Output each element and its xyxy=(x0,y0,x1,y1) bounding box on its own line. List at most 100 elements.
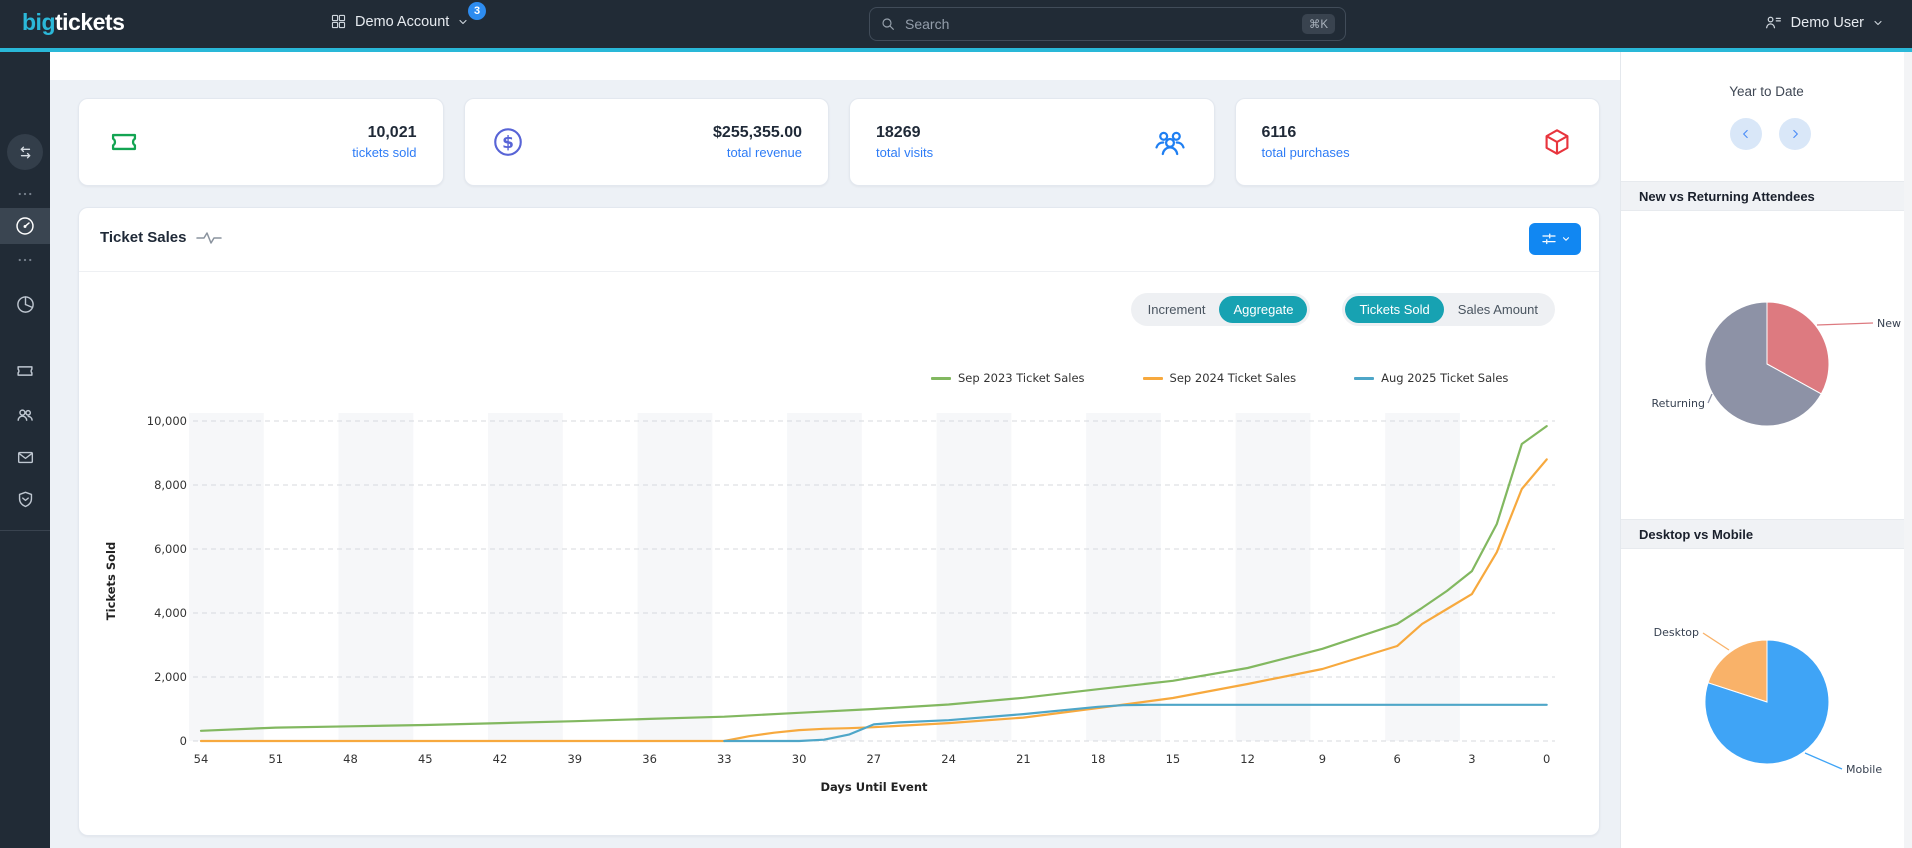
sidebar-divider xyxy=(0,530,50,531)
legend-swatch xyxy=(1142,376,1163,380)
pie-label-desktop: Desktop xyxy=(1654,626,1699,639)
section-header-attendees: New vs Returning Attendees xyxy=(1621,181,1912,211)
account-switcher[interactable]: Demo Account xyxy=(330,13,469,30)
desktop-vs-mobile-pie-chart[interactable]: Desktop Mobile xyxy=(1621,595,1912,810)
pie-label-returning: Returning xyxy=(1651,397,1705,410)
chevron-left-icon xyxy=(1743,129,1748,139)
svg-text:45: 45 xyxy=(418,752,433,766)
stat-label-link[interactable]: total revenue xyxy=(713,145,802,160)
activity-pulse-icon xyxy=(196,231,223,244)
section-header-devices: Desktop vs Mobile xyxy=(1621,519,1912,549)
accent-divider xyxy=(0,48,1912,52)
svg-text:54: 54 xyxy=(194,752,209,766)
sidebar-item-messages[interactable] xyxy=(0,447,50,468)
scrollbar-track[interactable] xyxy=(1904,52,1912,848)
panel-title-row: Ticket Sales xyxy=(100,229,223,246)
chevron-down-icon xyxy=(459,19,467,24)
svg-text:Tickets Sold: Tickets Sold xyxy=(104,542,118,620)
account-label: Demo Account xyxy=(355,13,450,30)
chart-settings-button[interactable] xyxy=(1529,223,1581,255)
dashboard-gauge-icon xyxy=(16,217,34,235)
logo-part-tickets: tickets xyxy=(55,9,125,35)
next-period-button[interactable] xyxy=(1779,118,1811,150)
panel-title: Ticket Sales xyxy=(100,229,187,246)
svg-text:0: 0 xyxy=(1543,752,1550,766)
svg-text:33: 33 xyxy=(717,752,732,766)
app-logo[interactable]: bigtickets xyxy=(22,9,125,36)
user-menu[interactable]: Demo User xyxy=(1764,13,1884,32)
legend-item[interactable]: Aug 2025 Ticket Sales xyxy=(1354,371,1508,385)
chart-legend: Sep 2023 Ticket Sales Sep 2024 Ticket Sal… xyxy=(931,371,1508,385)
attendees-icon xyxy=(1154,131,1185,156)
stat-label-link[interactable]: total visits xyxy=(876,145,933,160)
stat-card-total-visits: 18269 total visits xyxy=(849,98,1215,186)
stat-card-total-purchases: 6116 total purchases xyxy=(1234,98,1600,186)
sidebar-item-reports[interactable] xyxy=(0,294,50,315)
dollar-circle-icon: $ xyxy=(493,128,522,156)
mail-icon xyxy=(17,451,33,464)
user-icon xyxy=(1765,16,1781,29)
sidebar-item-dashboard[interactable] xyxy=(0,215,50,237)
ticket-icon xyxy=(17,366,33,376)
search-icon xyxy=(882,18,894,30)
sidebar-section-ellipsis xyxy=(0,254,50,266)
legend-label: Sep 2023 Ticket Sales xyxy=(958,371,1085,385)
pie-chart-icon xyxy=(16,296,34,313)
section-title: New vs Returning Attendees xyxy=(1639,188,1815,204)
stat-value: 10,021 xyxy=(367,124,417,141)
chart-toggle-groups: Increment Aggregate Tickets Sold Sales Amou… xyxy=(1130,293,1555,326)
svg-text:0: 0 xyxy=(180,734,187,748)
svg-text:51: 51 xyxy=(268,752,283,766)
top-navbar: bigtickets Demo Account 3 Search ⌘K Demo… xyxy=(0,0,1912,48)
section-title: Desktop vs Mobile xyxy=(1639,526,1754,542)
prev-period-button[interactable] xyxy=(1730,118,1762,150)
legend-item[interactable]: Sep 2024 Ticket Sales xyxy=(1142,371,1297,385)
toggle-group: Increment Aggregate xyxy=(1130,293,1311,326)
svg-text:36: 36 xyxy=(642,752,657,766)
svg-text:3: 3 xyxy=(1468,752,1475,766)
sidebar-item-security[interactable] xyxy=(0,489,50,510)
svg-text:48: 48 xyxy=(343,752,358,766)
stat-card-total-revenue: $ $255,355.00 total revenue xyxy=(463,98,829,186)
panel-header-divider xyxy=(79,271,1599,272)
chevron-right-icon xyxy=(1793,129,1798,139)
svg-text:39: 39 xyxy=(567,752,582,766)
left-sidebar xyxy=(0,52,50,848)
sidebar-item-attendees[interactable] xyxy=(0,404,50,426)
svg-text:2,000: 2,000 xyxy=(154,670,187,684)
svg-text:10,000: 10,000 xyxy=(147,414,187,428)
svg-text:8,000: 8,000 xyxy=(154,478,187,492)
stat-cards-row: 10,021 tickets sold $ $255,355.00 total … xyxy=(78,98,1600,186)
sliders-icon xyxy=(1541,233,1556,245)
toggle-option-increment[interactable]: Increment xyxy=(1134,296,1220,323)
svg-text:6,000: 6,000 xyxy=(154,542,187,556)
stat-label-link[interactable]: total purchases xyxy=(1262,145,1350,160)
pie-label-new: New xyxy=(1877,317,1901,330)
svg-text:21: 21 xyxy=(1016,752,1031,766)
sidebar-collapse-button[interactable] xyxy=(7,134,43,170)
toggle-option-aggregate[interactable]: Aggregate xyxy=(1219,296,1308,323)
stat-value: 18269 xyxy=(876,124,921,141)
legend-swatch xyxy=(931,376,951,380)
search-input[interactable]: Search ⌘K xyxy=(869,7,1346,41)
legend-item[interactable]: Sep 2023 Ticket Sales xyxy=(931,371,1085,385)
search-placeholder: Search xyxy=(905,16,950,32)
toggle-option-tickets-sold[interactable]: Tickets Sold xyxy=(1345,296,1444,323)
package-icon xyxy=(1545,129,1569,155)
new-vs-returning-pie-chart[interactable]: New Returning xyxy=(1621,255,1912,475)
ticket-sales-line-chart[interactable]: 02,0004,0006,0008,00010,00054 51 48 45 42 39 3… xyxy=(99,401,1589,799)
svg-text:15: 15 xyxy=(1166,752,1181,766)
svg-text:9: 9 xyxy=(1319,752,1326,766)
toggle-option-sales-amount[interactable]: Sales Amount xyxy=(1444,296,1552,323)
svg-text:Days Until Event: Days Until Event xyxy=(820,780,928,794)
svg-text:27: 27 xyxy=(866,752,881,766)
ticket-icon xyxy=(111,133,137,151)
svg-text:24: 24 xyxy=(941,752,956,766)
stat-label-link[interactable]: tickets sold xyxy=(352,145,416,160)
legend-swatch xyxy=(1354,376,1375,380)
shield-icon xyxy=(18,491,32,508)
svg-text:6: 6 xyxy=(1394,752,1401,766)
sidebar-item-tickets[interactable] xyxy=(0,360,50,382)
legend-label: Sep 2024 Ticket Sales xyxy=(1169,371,1297,385)
user-label: Demo User xyxy=(1790,14,1864,31)
